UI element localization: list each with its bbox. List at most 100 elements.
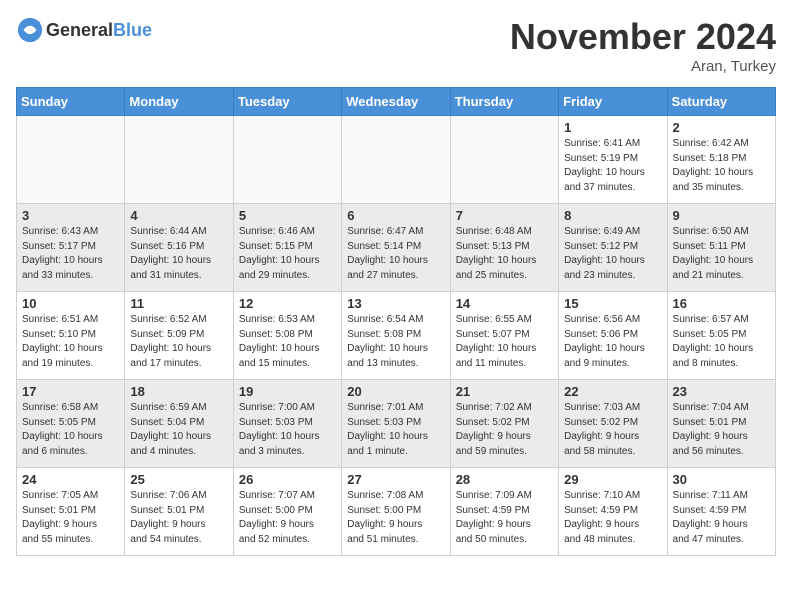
calendar-cell: 11 Sunrise: 6:52 AM Sunset: 5:09 PM Dayli…: [125, 292, 233, 380]
day-number: 13: [347, 296, 444, 311]
day-number: 12: [239, 296, 336, 311]
day-header-monday: Monday: [125, 88, 233, 116]
calendar-cell: 12 Sunrise: 6:53 AM Sunset: 5:08 PM Dayli…: [233, 292, 341, 380]
day-number: 28: [456, 472, 553, 487]
day-number: 5: [239, 208, 336, 223]
week-row-5: 24Sunrise: 7:05 AM Sunset: 5:01 PM Dayli…: [17, 468, 776, 556]
day-info: Sunrise: 6:49 AM Sunset: 5:12 PM Dayligh…: [564, 225, 661, 283]
calendar-cell: 5 Sunrise: 6:46 AM Sunset: 5:15 PM Daylig…: [233, 204, 341, 292]
calendar-cell: 24Sunrise: 7:05 AM Sunset: 5:01 PM Dayli…: [17, 468, 125, 556]
calendar-cell: 14 Sunrise: 6:55 AM Sunset: 5:07 PM Dayli…: [450, 292, 558, 380]
day-info: Sunrise: 7:01 AM Sunset: 5:03 PM Dayligh…: [347, 401, 444, 459]
day-number: 3: [22, 208, 119, 223]
calendar-cell: 9Sunrise: 6:50 AM Sunset: 5:11 PM Daylig…: [667, 204, 775, 292]
day-header-sunday: Sunday: [17, 88, 125, 116]
calendar-cell: 7 Sunrise: 6:48 AM Sunset: 5:13 PM Daylig…: [450, 204, 558, 292]
days-header-row: SundayMondayTuesdayWednesdayThursdayFrid…: [17, 88, 776, 116]
calendar-cell: 29 Sunrise: 7:10 AM Sunset: 4:59 PM Dayli…: [559, 468, 667, 556]
week-row-1: 1 Sunrise: 6:41 AM Sunset: 5:19 PM Daylig…: [17, 116, 776, 204]
calendar-cell: [233, 116, 341, 204]
calendar-cell: [342, 116, 450, 204]
calendar-cell: 3 Sunrise: 6:43 AM Sunset: 5:17 PM Daylig…: [17, 204, 125, 292]
day-number: 26: [239, 472, 336, 487]
calendar-cell: 19 Sunrise: 7:00 AM Sunset: 5:03 PM Dayli…: [233, 380, 341, 468]
day-header-wednesday: Wednesday: [342, 88, 450, 116]
day-info: Sunrise: 7:05 AM Sunset: 5:01 PM Dayligh…: [22, 489, 119, 547]
month-title: November 2024: [510, 16, 776, 58]
day-number: 25: [130, 472, 227, 487]
day-number: 8: [564, 208, 661, 223]
day-info: Sunrise: 6:46 AM Sunset: 5:15 PM Dayligh…: [239, 225, 336, 283]
calendar-cell: 8 Sunrise: 6:49 AM Sunset: 5:12 PM Daylig…: [559, 204, 667, 292]
calendar-cell: 13 Sunrise: 6:54 AM Sunset: 5:08 PM Dayli…: [342, 292, 450, 380]
logo-text: GeneralBlue: [46, 20, 152, 41]
calendar-table: SundayMondayTuesdayWednesdayThursdayFrid…: [16, 87, 776, 556]
location-subtitle: Aran, Turkey: [510, 58, 776, 75]
day-header-thursday: Thursday: [450, 88, 558, 116]
day-number: 2: [673, 120, 770, 135]
page-header: GeneralBlue November 2024 Aran, Turkey: [16, 16, 776, 75]
day-number: 4: [130, 208, 227, 223]
calendar-cell: 1 Sunrise: 6:41 AM Sunset: 5:19 PM Daylig…: [559, 116, 667, 204]
day-info: Sunrise: 6:48 AM Sunset: 5:13 PM Dayligh…: [456, 225, 553, 283]
calendar-cell: [125, 116, 233, 204]
day-number: 1: [564, 120, 661, 135]
day-info: Sunrise: 7:10 AM Sunset: 4:59 PM Dayligh…: [564, 489, 661, 547]
calendar-cell: 6 Sunrise: 6:47 AM Sunset: 5:14 PM Daylig…: [342, 204, 450, 292]
day-info: Sunrise: 6:55 AM Sunset: 5:07 PM Dayligh…: [456, 313, 553, 371]
week-row-3: 10Sunrise: 6:51 AM Sunset: 5:10 PM Dayli…: [17, 292, 776, 380]
day-info: Sunrise: 7:00 AM Sunset: 5:03 PM Dayligh…: [239, 401, 336, 459]
day-number: 11: [130, 296, 227, 311]
calendar-cell: 15 Sunrise: 6:56 AM Sunset: 5:06 PM Dayli…: [559, 292, 667, 380]
day-info: Sunrise: 7:03 AM Sunset: 5:02 PM Dayligh…: [564, 401, 661, 459]
day-info: Sunrise: 7:06 AM Sunset: 5:01 PM Dayligh…: [130, 489, 227, 547]
day-number: 16: [673, 296, 770, 311]
calendar-cell: 22 Sunrise: 7:03 AM Sunset: 5:02 PM Dayli…: [559, 380, 667, 468]
day-info: Sunrise: 6:41 AM Sunset: 5:19 PM Dayligh…: [564, 137, 661, 195]
calendar-cell: 25 Sunrise: 7:06 AM Sunset: 5:01 PM Dayli…: [125, 468, 233, 556]
day-number: 6: [347, 208, 444, 223]
calendar-cell: 23Sunrise: 7:04 AM Sunset: 5:01 PM Dayli…: [667, 380, 775, 468]
day-info: Sunrise: 7:11 AM Sunset: 4:59 PM Dayligh…: [673, 489, 770, 547]
day-info: Sunrise: 6:43 AM Sunset: 5:17 PM Dayligh…: [22, 225, 119, 283]
calendar-cell: 10Sunrise: 6:51 AM Sunset: 5:10 PM Dayli…: [17, 292, 125, 380]
title-section: November 2024 Aran, Turkey: [510, 16, 776, 75]
calendar-cell: 27Sunrise: 7:08 AM Sunset: 5:00 PM Dayli…: [342, 468, 450, 556]
calendar-cell: [450, 116, 558, 204]
day-header-saturday: Saturday: [667, 88, 775, 116]
day-number: 10: [22, 296, 119, 311]
day-number: 14: [456, 296, 553, 311]
calendar-cell: 4 Sunrise: 6:44 AM Sunset: 5:16 PM Daylig…: [125, 204, 233, 292]
day-number: 21: [456, 384, 553, 399]
day-number: 9: [673, 208, 770, 223]
day-info: Sunrise: 6:52 AM Sunset: 5:09 PM Dayligh…: [130, 313, 227, 371]
day-number: 30: [673, 472, 770, 487]
calendar-cell: [17, 116, 125, 204]
day-number: 18: [130, 384, 227, 399]
day-info: Sunrise: 6:59 AM Sunset: 5:04 PM Dayligh…: [130, 401, 227, 459]
day-info: Sunrise: 6:56 AM Sunset: 5:06 PM Dayligh…: [564, 313, 661, 371]
calendar-cell: 16Sunrise: 6:57 AM Sunset: 5:05 PM Dayli…: [667, 292, 775, 380]
logo-blue: Blue: [113, 20, 152, 40]
day-info: Sunrise: 6:47 AM Sunset: 5:14 PM Dayligh…: [347, 225, 444, 283]
day-info: Sunrise: 6:42 AM Sunset: 5:18 PM Dayligh…: [673, 137, 770, 195]
day-info: Sunrise: 6:44 AM Sunset: 5:16 PM Dayligh…: [130, 225, 227, 283]
day-number: 15: [564, 296, 661, 311]
calendar-cell: 28 Sunrise: 7:09 AM Sunset: 4:59 PM Dayli…: [450, 468, 558, 556]
day-info: Sunrise: 7:08 AM Sunset: 5:00 PM Dayligh…: [347, 489, 444, 547]
day-number: 29: [564, 472, 661, 487]
day-number: 7: [456, 208, 553, 223]
day-info: Sunrise: 7:07 AM Sunset: 5:00 PM Dayligh…: [239, 489, 336, 547]
day-info: Sunrise: 7:09 AM Sunset: 4:59 PM Dayligh…: [456, 489, 553, 547]
day-number: 17: [22, 384, 119, 399]
day-header-tuesday: Tuesday: [233, 88, 341, 116]
calendar-cell: 21Sunrise: 7:02 AM Sunset: 5:02 PM Dayli…: [450, 380, 558, 468]
week-row-4: 17Sunrise: 6:58 AM Sunset: 5:05 PM Dayli…: [17, 380, 776, 468]
day-info: Sunrise: 6:54 AM Sunset: 5:08 PM Dayligh…: [347, 313, 444, 371]
day-number: 20: [347, 384, 444, 399]
calendar-cell: 18 Sunrise: 6:59 AM Sunset: 5:04 PM Dayli…: [125, 380, 233, 468]
day-number: 19: [239, 384, 336, 399]
day-info: Sunrise: 6:53 AM Sunset: 5:08 PM Dayligh…: [239, 313, 336, 371]
week-row-2: 3 Sunrise: 6:43 AM Sunset: 5:17 PM Daylig…: [17, 204, 776, 292]
day-number: 22: [564, 384, 661, 399]
